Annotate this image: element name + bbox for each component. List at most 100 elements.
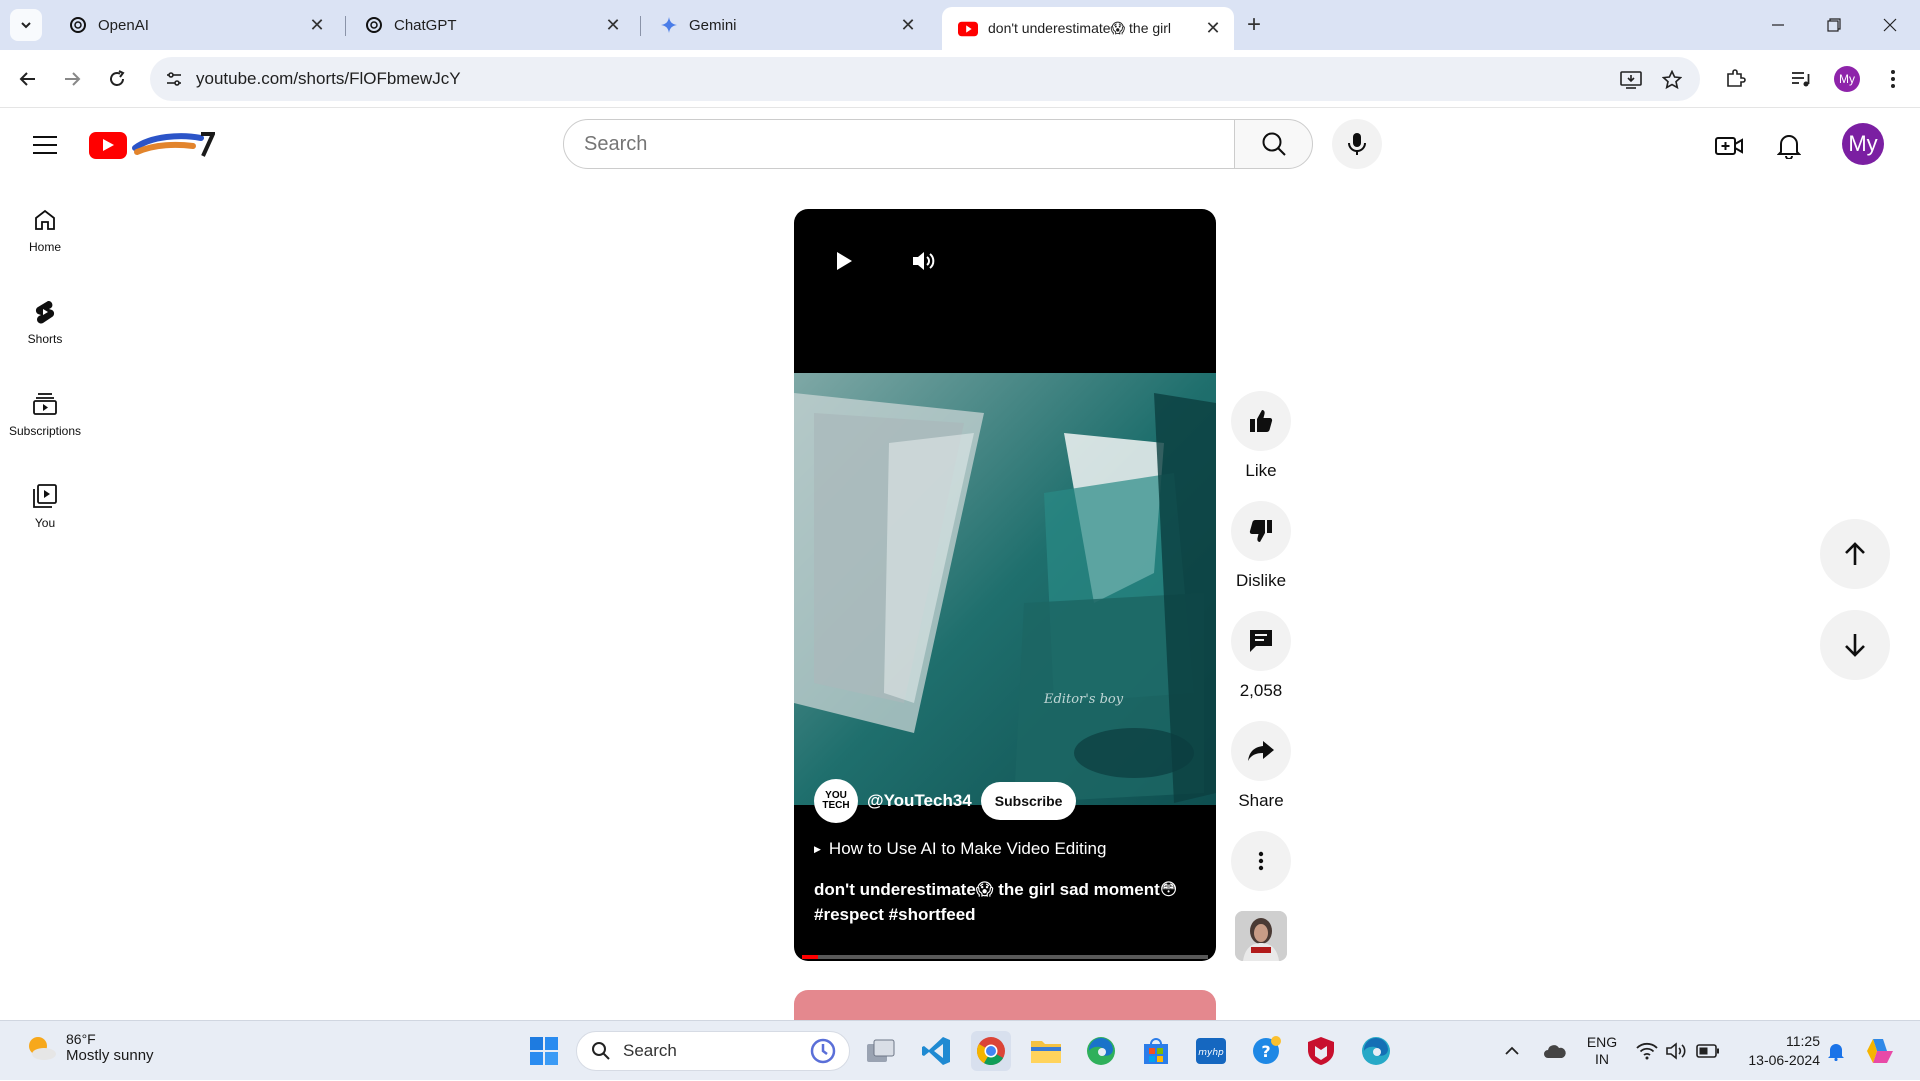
microphone-icon xyxy=(1348,133,1366,155)
shorts-player[interactable]: Editor's boy YOU TECH @YouTech34 Subscri… xyxy=(794,209,1216,961)
new-tab-button[interactable]: + xyxy=(1240,11,1268,39)
site-info-icon[interactable] xyxy=(160,65,188,93)
bell-icon xyxy=(1777,135,1801,159)
start-button[interactable] xyxy=(524,1031,564,1071)
share-button[interactable] xyxy=(1231,721,1291,781)
tab-openai[interactable]: OpenAI ✕ xyxy=(52,7,338,43)
profile-button[interactable]: My xyxy=(1832,64,1862,94)
tab-title: ChatGPT xyxy=(394,16,457,34)
show-hidden-icons[interactable] xyxy=(1500,1021,1524,1081)
tab-gemini[interactable]: Gemini ✕ xyxy=(643,7,929,43)
restore-button[interactable] xyxy=(1806,0,1862,50)
get-help-app[interactable]: ? xyxy=(1246,1031,1286,1071)
close-icon[interactable]: ✕ xyxy=(897,14,919,36)
share-action[interactable]: Share xyxy=(1231,721,1291,811)
taskbar-search-label: Search xyxy=(623,1041,677,1060)
clock[interactable]: 11:25 13-06-2024 xyxy=(1740,1021,1820,1081)
mcafee-app[interactable] xyxy=(1301,1031,1341,1071)
speaker-icon[interactable] xyxy=(1664,1021,1690,1081)
arrow-right-icon xyxy=(65,72,81,86)
guide-menu-button[interactable] xyxy=(26,126,64,164)
bookmark-star-icon[interactable] xyxy=(1659,67,1685,93)
chrome-app[interactable] xyxy=(971,1031,1011,1071)
tab-chatgpt[interactable]: ChatGPT ✕ xyxy=(348,7,634,43)
dislike-action[interactable]: Dislike xyxy=(1231,501,1291,591)
edge-beta-app[interactable] xyxy=(1356,1031,1396,1071)
guide-item-shorts[interactable]: Shorts xyxy=(0,282,90,362)
play-button[interactable] xyxy=(824,241,864,281)
channel-name[interactable]: @YouTech34 xyxy=(867,791,972,811)
video-frame[interactable]: Editor's boy xyxy=(794,373,1216,805)
file-explorer-app[interactable] xyxy=(1026,1031,1066,1071)
next-short-preview[interactable] xyxy=(794,990,1216,1020)
dislike-button[interactable] xyxy=(1231,501,1291,561)
minimize-button[interactable] xyxy=(1750,0,1806,50)
guide-item-home[interactable]: Home xyxy=(0,190,90,270)
tab-search-button[interactable] xyxy=(10,9,42,41)
create-button[interactable] xyxy=(1709,126,1749,166)
guide-item-label: Shorts xyxy=(27,332,63,346)
comments-button[interactable] xyxy=(1231,611,1291,671)
account-avatar[interactable]: My xyxy=(1842,123,1884,165)
guide-item-subscriptions[interactable]: Subscriptions xyxy=(0,374,90,454)
close-icon[interactable]: ✕ xyxy=(1202,18,1224,40)
sound-thumbnail-image xyxy=(1235,911,1287,961)
caption-hashtags[interactable]: #respect #shortfeed xyxy=(814,902,1194,927)
volume-button[interactable] xyxy=(904,241,944,281)
thumbs-down-icon xyxy=(1249,520,1272,542)
browser-menu-icon[interactable] xyxy=(1878,64,1908,94)
previous-short-button[interactable] xyxy=(1820,519,1890,589)
sound-thumbnail[interactable] xyxy=(1235,911,1287,961)
microsoft-store-app[interactable] xyxy=(1136,1031,1176,1071)
more-vertical-icon xyxy=(1258,851,1264,871)
youtube-logo[interactable] xyxy=(89,130,215,160)
comments-action[interactable]: 2,058 xyxy=(1231,611,1291,701)
play-triangle-icon: ▶ xyxy=(814,843,821,854)
edge-app[interactable] xyxy=(1081,1031,1121,1071)
vscode-app[interactable] xyxy=(916,1031,956,1071)
install-app-icon[interactable] xyxy=(1618,67,1644,93)
notifications-button[interactable] xyxy=(1769,126,1809,166)
avatar: My xyxy=(1834,66,1860,92)
close-icon[interactable]: ✕ xyxy=(602,14,624,36)
copilot-icon[interactable] xyxy=(1862,1021,1898,1081)
myhp-icon: myhp xyxy=(1196,1038,1226,1064)
like-action[interactable]: Like xyxy=(1231,391,1291,481)
task-view-button[interactable] xyxy=(861,1031,901,1071)
notification-bell-icon[interactable] xyxy=(1824,1021,1848,1081)
search-input[interactable]: Search xyxy=(563,119,1235,169)
folder-icon xyxy=(1031,1041,1061,1063)
voice-search-button[interactable] xyxy=(1332,119,1382,169)
browser-toolbar: youtube.com/shorts/FlOFbmewJcY My xyxy=(0,50,1920,108)
forward-button[interactable] xyxy=(56,63,88,95)
tab-youtube-short[interactable]: don't underestimate😱 the girl ✕ xyxy=(942,7,1234,50)
reload-button[interactable] xyxy=(101,63,133,95)
extensions-icon[interactable] xyxy=(1720,64,1750,94)
language-indicator[interactable]: ENG IN xyxy=(1582,1021,1622,1081)
close-icon[interactable]: ✕ xyxy=(306,14,328,36)
subscribe-button[interactable]: Subscribe xyxy=(980,782,1077,820)
caption-title: don't underestimate😱 the girl sad moment… xyxy=(814,880,1178,899)
weather-widget[interactable]: 86°F Mostly sunny xyxy=(24,1031,154,1064)
more-button[interactable] xyxy=(1231,831,1291,891)
onedrive-icon[interactable] xyxy=(1540,1021,1570,1081)
related-video-link[interactable]: ▶ How to Use AI to Make Video Editing xyxy=(814,839,1106,859)
guide-item-label: Subscriptions xyxy=(8,424,82,438)
back-button[interactable] xyxy=(12,63,44,95)
taskbar-search[interactable]: Search xyxy=(576,1031,850,1071)
more-actions[interactable] xyxy=(1231,831,1291,891)
wifi-icon[interactable] xyxy=(1634,1021,1660,1081)
search-button[interactable] xyxy=(1234,119,1313,169)
progress-bar[interactable] xyxy=(802,955,1208,959)
url-text[interactable]: youtube.com/shorts/FlOFbmewJcY xyxy=(196,69,461,89)
channel-avatar[interactable]: YOU TECH xyxy=(814,779,858,823)
media-controls-icon[interactable] xyxy=(1786,64,1816,94)
address-bar[interactable]: youtube.com/shorts/FlOFbmewJcY xyxy=(150,57,1700,101)
next-short-button[interactable] xyxy=(1820,610,1890,680)
myhp-app[interactable]: myhp xyxy=(1191,1031,1231,1071)
copilot-bing-icon xyxy=(810,1038,836,1064)
close-window-button[interactable] xyxy=(1862,0,1918,50)
like-button[interactable] xyxy=(1231,391,1291,451)
battery-icon[interactable] xyxy=(1694,1021,1722,1081)
guide-item-you[interactable]: You xyxy=(0,466,90,546)
